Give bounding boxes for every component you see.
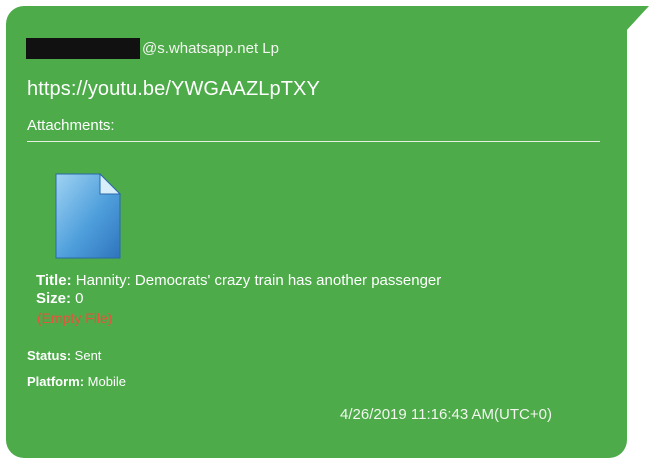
sender-line: @s.whatsapp.net Lp	[26, 36, 279, 60]
attachment-size-line: Size: 0	[36, 290, 84, 307]
attachment-size-value: 0	[71, 290, 84, 307]
message-timestamp: 4/26/2019 11:16:43 AM(UTC+0)	[340, 406, 552, 423]
attachments-heading: Attachments:	[27, 117, 115, 134]
status-value: Sent	[71, 348, 102, 363]
platform-label: Platform:	[27, 374, 85, 389]
bubble-tail	[625, 6, 649, 32]
attachment-title-value: Hannity: Democrats' crazy train has anot…	[71, 272, 442, 289]
youtube-link[interactable]: https://youtu.be/YWGAAZLpTXY	[27, 78, 320, 101]
attachment-size-label: Size:	[36, 290, 72, 307]
redacted-phone-number	[26, 37, 140, 59]
attachments-divider	[27, 141, 600, 142]
status-label: Status:	[27, 348, 72, 363]
platform-line: Platform: Mobile	[27, 374, 126, 389]
status-line: Status: Sent	[27, 348, 101, 363]
document-icon[interactable]	[50, 172, 122, 262]
empty-file-note: (Empty File)	[37, 310, 113, 326]
message-page: @s.whatsapp.net Lp https://youtu.be/YWGA…	[0, 0, 653, 466]
attachment-title-label: Title:	[36, 272, 72, 289]
attachment-title-line: Title: Hannity: Democrats' crazy train h…	[36, 272, 441, 289]
platform-value: Mobile	[84, 374, 126, 389]
sender-address: @s.whatsapp.net Lp	[142, 39, 279, 57]
